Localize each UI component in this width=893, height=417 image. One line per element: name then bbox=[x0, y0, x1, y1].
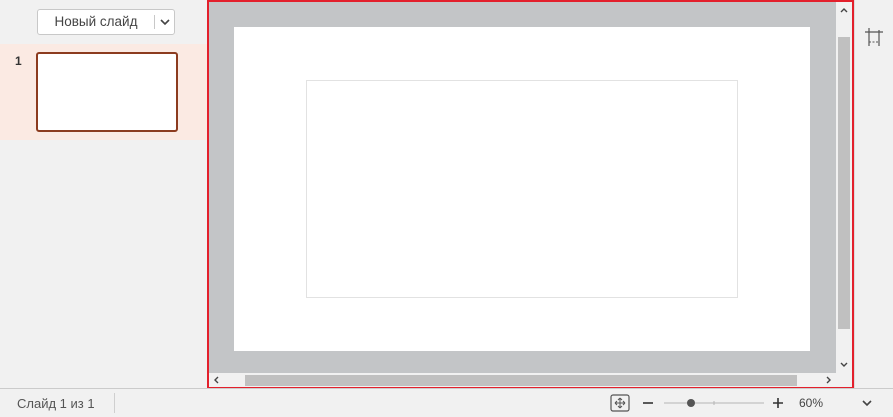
fit-slide-icon[interactable] bbox=[609, 393, 631, 413]
scroll-down-icon[interactable] bbox=[836, 357, 852, 373]
slide-counter: Слайд 1 из 1 bbox=[17, 396, 95, 411]
slide-size-icon[interactable] bbox=[863, 26, 885, 48]
slide-canvas[interactable] bbox=[234, 27, 810, 351]
status-bar: Слайд 1 из 1 60% bbox=[0, 388, 893, 417]
vertical-scroll-thumb[interactable] bbox=[838, 37, 850, 329]
scroll-up-icon[interactable] bbox=[836, 2, 852, 18]
zoom-slider-knob[interactable] bbox=[687, 399, 695, 407]
new-slide-label[interactable]: Новый слайд bbox=[38, 10, 154, 34]
zoom-slider[interactable] bbox=[664, 397, 764, 409]
content-placeholder[interactable] bbox=[306, 80, 738, 298]
horizontal-scrollbar[interactable] bbox=[209, 373, 852, 387]
scroll-right-icon[interactable] bbox=[820, 373, 836, 387]
zoom-value: 60% bbox=[799, 396, 824, 410]
horizontal-scroll-thumb[interactable] bbox=[245, 375, 797, 386]
slide-editor[interactable] bbox=[207, 0, 854, 389]
slide-thumbnail[interactable] bbox=[36, 52, 178, 132]
slide-thumbnail-row[interactable]: 1 bbox=[0, 44, 207, 140]
slide-number: 1 bbox=[15, 54, 22, 68]
vertical-scrollbar[interactable] bbox=[836, 2, 852, 373]
plus-icon[interactable] bbox=[770, 393, 786, 413]
minus-icon[interactable] bbox=[640, 393, 656, 413]
right-settings-panel bbox=[854, 0, 893, 388]
status-separator bbox=[114, 393, 115, 413]
slides-panel: Новый слайд 1 bbox=[0, 0, 207, 388]
chevron-down-icon[interactable] bbox=[858, 394, 876, 412]
new-slide-separator bbox=[154, 15, 155, 29]
scroll-left-icon[interactable] bbox=[209, 373, 225, 387]
chevron-down-icon[interactable] bbox=[156, 10, 174, 34]
new-slide-button[interactable]: Новый слайд bbox=[37, 9, 175, 35]
